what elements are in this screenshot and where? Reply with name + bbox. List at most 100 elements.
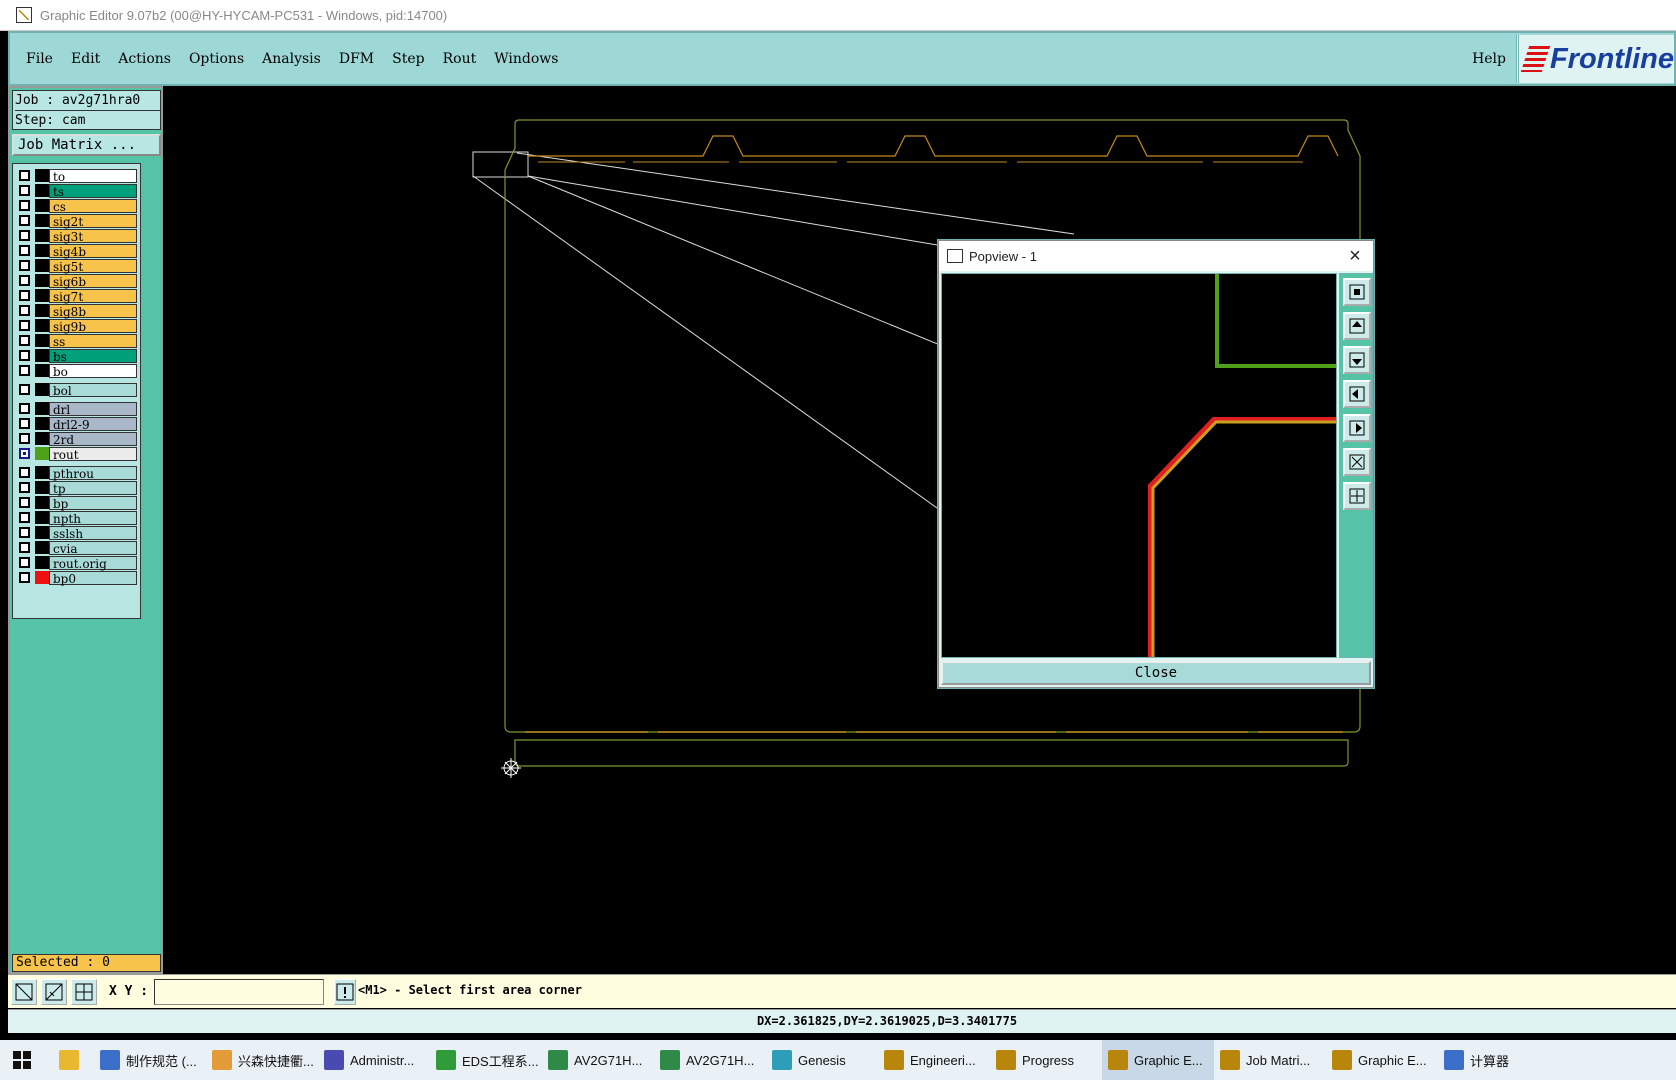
layer-row-rout[interactable]: rout [16,446,137,462]
layer-name[interactable]: ss [49,333,137,349]
layer-row-to[interactable]: to [16,168,137,184]
layer-checkbox[interactable] [19,527,30,538]
layer-color-swatch[interactable] [35,199,49,212]
layer-color-swatch[interactable] [35,229,49,242]
taskbar-item[interactable]: Progress [990,1040,1102,1080]
taskbar-item[interactable]: Genesis [766,1040,878,1080]
zoom-area-icon[interactable] [11,979,37,1005]
layer-color-swatch[interactable] [35,383,49,396]
layer-color-swatch[interactable] [35,571,49,584]
layer-name[interactable]: to [49,168,137,184]
job-matrix-button[interactable]: Job Matrix ... [12,134,161,156]
fit-view-icon[interactable] [1343,482,1371,510]
layer-row-ts[interactable]: ts [16,183,137,199]
layer-name[interactable]: bo [49,363,137,379]
layer-color-swatch[interactable] [35,259,49,272]
layer-checkbox[interactable] [19,572,30,583]
layer-name[interactable]: sig2t [49,213,137,229]
xy-input[interactable] [154,979,324,1005]
layer-checkbox[interactable] [19,215,30,226]
layer-name[interactable]: ts [49,183,137,199]
layer-row-pthrou[interactable]: pthrou [16,465,137,481]
layer-row-sig5t[interactable]: sig5t [16,258,137,274]
pan-up-icon[interactable] [1343,312,1371,340]
layer-checkbox[interactable] [19,403,30,414]
menu-actions[interactable]: Actions [118,51,171,67]
layer-row-bol[interactable]: bol [16,382,137,398]
layer-row-sig4b[interactable]: sig4b [16,243,137,259]
popview-close-button[interactable]: Close [941,661,1371,685]
layer-row-sig6b[interactable]: sig6b [16,273,137,289]
layer-row-bp0[interactable]: bp0 [16,570,137,586]
layer-checkbox[interactable] [19,350,30,361]
layer-name[interactable]: cvia [49,540,137,556]
menu-options[interactable]: Options [189,51,244,67]
layer-name[interactable]: sig6b [49,273,137,289]
layer-row-sig8b[interactable]: sig8b [16,303,137,319]
layer-row-drl2-9[interactable]: drl2-9 [16,416,137,432]
popview-canvas[interactable] [941,273,1337,658]
grid-icon[interactable] [71,979,97,1005]
layer-color-swatch[interactable] [35,169,49,182]
layer-color-swatch[interactable] [35,334,49,347]
layer-name[interactable]: sig5t [49,258,137,274]
taskbar-item[interactable]: Engineeri... [878,1040,990,1080]
layer-name[interactable]: cs [49,198,137,214]
layer-name[interactable]: sig4b [49,243,137,259]
taskbar-item[interactable]: Job Matri... [1214,1040,1326,1080]
layer-checkbox[interactable] [19,448,30,459]
taskbar-item[interactable]: AV2G71H... [654,1040,766,1080]
layer-color-swatch[interactable] [35,184,49,197]
taskbar-item[interactable]: EDS工程系... [430,1040,542,1080]
layer-color-swatch[interactable] [35,402,49,415]
layer-checkbox[interactable] [19,482,30,493]
menu-help[interactable]: Help [1472,51,1506,67]
layer-checkbox[interactable] [19,497,30,508]
layer-name[interactable]: npth [49,510,137,526]
layer-color-swatch[interactable] [35,244,49,257]
layer-name[interactable]: rout [49,446,137,462]
layer-row-cs[interactable]: cs [16,198,137,214]
layer-row-rout.orig[interactable]: rout.orig [16,555,137,571]
layer-checkbox[interactable] [19,230,30,241]
menu-windows[interactable]: Windows [494,51,558,67]
layer-color-swatch[interactable] [35,511,49,524]
close-icon[interactable]: × [1345,246,1365,266]
layer-name[interactable]: tp [49,480,137,496]
layer-color-swatch[interactable] [35,274,49,287]
layer-name[interactable]: bp [49,495,137,511]
layer-color-swatch[interactable] [35,541,49,554]
start-button[interactable] [0,1040,44,1080]
alert-icon[interactable] [334,979,356,1005]
layer-color-swatch[interactable] [35,349,49,362]
layer-checkbox[interactable] [19,170,30,181]
layer-row-cvia[interactable]: cvia [16,540,137,556]
measure-icon[interactable] [41,979,67,1005]
layer-row-bo[interactable]: bo [16,363,137,379]
layer-checkbox[interactable] [19,320,30,331]
layer-checkbox[interactable] [19,335,30,346]
file-explorer-button[interactable] [44,1040,94,1080]
layer-checkbox[interactable] [19,467,30,478]
graphic-canvas[interactable] [163,86,1676,974]
layer-color-swatch[interactable] [35,214,49,227]
menu-file[interactable]: File [26,51,53,67]
layer-row-sig2t[interactable]: sig2t [16,213,137,229]
layer-row-sig9b[interactable]: sig9b [16,318,137,334]
pan-right-icon[interactable] [1343,414,1371,442]
taskbar-item[interactable]: 兴森快捷衢... [206,1040,318,1080]
layer-checkbox[interactable] [19,365,30,376]
taskbar-item[interactable]: 计算器 [1438,1040,1550,1080]
layer-color-swatch[interactable] [35,289,49,302]
layer-checkbox[interactable] [19,275,30,286]
layer-checkbox[interactable] [19,542,30,553]
layer-name[interactable]: bp0 [49,570,137,586]
menu-rout[interactable]: Rout [443,51,477,67]
layer-checkbox[interactable] [19,260,30,271]
layer-name[interactable]: drl [49,401,137,417]
layer-checkbox[interactable] [19,418,30,429]
layer-name[interactable]: drl2-9 [49,416,137,432]
layer-color-swatch[interactable] [35,364,49,377]
layer-name[interactable]: sslsh [49,525,137,541]
layer-row-sslsh[interactable]: sslsh [16,525,137,541]
